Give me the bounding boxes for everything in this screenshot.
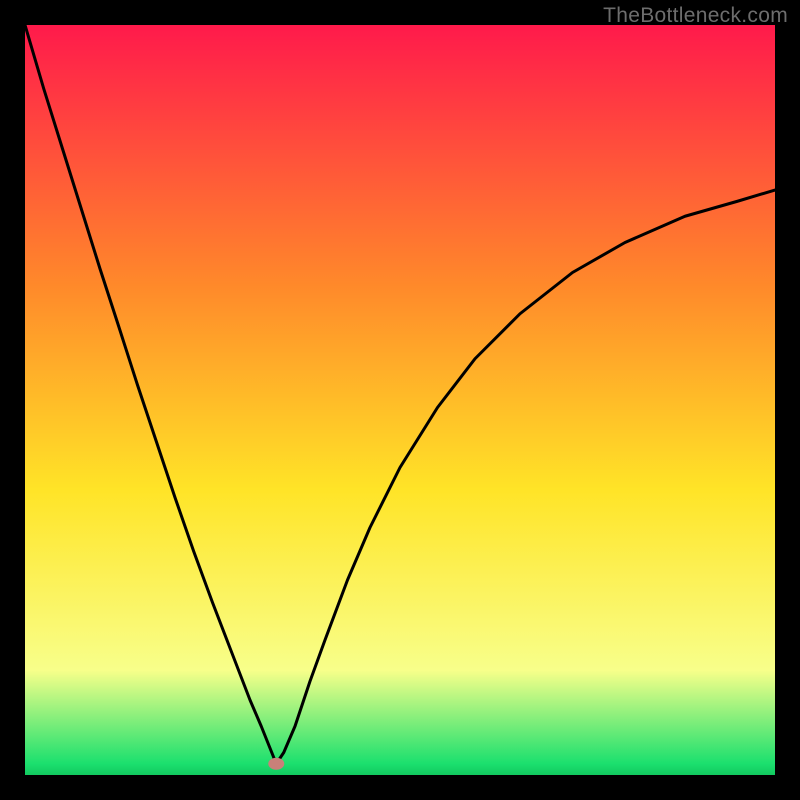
chart-frame: TheBottleneck.com: [0, 0, 800, 800]
gradient-background: [25, 25, 775, 775]
bottleneck-chart: [25, 25, 775, 775]
plot-area: [25, 25, 775, 775]
optimal-point-marker: [268, 758, 284, 770]
